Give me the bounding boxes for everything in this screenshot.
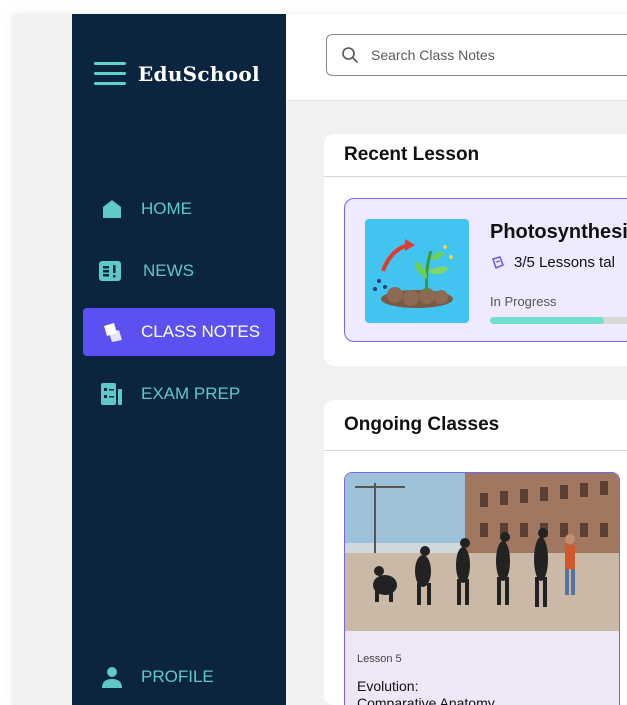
sidebar-item-news[interactable]: NEWS	[83, 247, 275, 295]
recent-lesson-card: Recent Lesson Photosynthesi 3/5 Lessons …	[324, 134, 627, 366]
lesson-thumbnail	[365, 219, 469, 323]
class-card[interactable]: Lesson 5 Evolution: Comparative Anatomy	[344, 472, 620, 705]
ongoing-classes-card: Ongoing Classes Lesson 5 Evolution: Comp…	[324, 400, 627, 705]
home-icon	[101, 198, 123, 220]
lesson-title: Photosynthesi	[490, 221, 627, 243]
search-bar[interactable]	[326, 34, 627, 76]
ongoing-classes-heading: Ongoing Classes	[324, 400, 627, 451]
search-icon	[341, 46, 359, 64]
sidebar-item-home[interactable]: HOME	[83, 185, 275, 233]
progress-bar	[490, 317, 627, 324]
sidebar-item-class-notes[interactable]: CLASS NOTES	[83, 308, 275, 356]
class-title: Evolution: Comparative Anatomy	[357, 678, 607, 705]
class-notes-icon	[101, 321, 123, 343]
lesson-item[interactable]: Photosynthesi 3/5 Lessons tal In Progres…	[344, 198, 627, 342]
lesson-status: In Progress	[490, 294, 557, 309]
menu-icon[interactable]	[94, 62, 126, 86]
search-input[interactable]	[369, 46, 613, 64]
class-subtitle-line: Comparative Anatomy	[357, 695, 495, 705]
sidebar-item-label: EXAM PREP	[141, 384, 241, 403]
progress-bar-fill	[490, 317, 604, 324]
class-lesson-number: Lesson 5	[357, 653, 402, 665]
news-icon	[99, 260, 121, 282]
recent-lesson-heading: Recent Lesson	[324, 134, 627, 177]
class-title-line: Evolution:	[357, 678, 419, 694]
exam-prep-icon	[101, 383, 123, 405]
profile-icon	[101, 666, 123, 688]
sidebar-item-label: CLASS NOTES	[141, 322, 261, 341]
brand: EduSchool	[94, 62, 260, 86]
sidebar-item-label: NEWS	[143, 261, 194, 280]
lessons-icon	[490, 255, 506, 271]
sidebar-item-label: PROFILE	[141, 667, 214, 686]
app-frame: EduSchool HOME NEWS CLASS NOTES EXAM PRE	[12, 14, 627, 705]
sidebar-item-label: HOME	[141, 199, 192, 218]
lesson-progress-text: 3/5 Lessons tal	[490, 254, 615, 271]
sidebar: EduSchool HOME NEWS CLASS NOTES EXAM PRE	[72, 14, 286, 705]
class-photo	[345, 473, 619, 631]
sidebar-item-exam-prep[interactable]: EXAM PREP	[83, 370, 275, 418]
main-content: Recent Lesson P	[286, 14, 627, 705]
top-bar	[286, 14, 627, 101]
lesson-progress-label: 3/5 Lessons tal	[514, 254, 615, 271]
sidebar-item-profile[interactable]: PROFILE	[83, 653, 275, 701]
brand-name: EduSchool	[138, 62, 260, 86]
